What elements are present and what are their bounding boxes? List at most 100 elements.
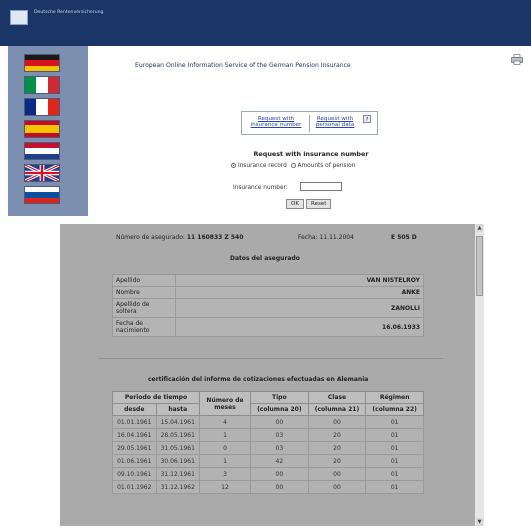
contributions-title: certificación del informe de cotizacione…	[148, 376, 369, 383]
scroll-down-icon[interactable]: ▼	[476, 518, 483, 526]
help-icon[interactable]: ?	[363, 115, 371, 123]
table-row: 01.01.1961 15.04.1961 4 00 00 01	[112, 415, 424, 429]
table-row: 16.04.1961 28.05.1961 1 03 20 01	[112, 428, 424, 442]
table-cell: 42	[250, 454, 309, 468]
amounts-of-pension-radio[interactable]	[290, 163, 296, 168]
table-cell: 03	[250, 428, 309, 442]
table-cell: 31.12.1961	[155, 467, 200, 481]
table-cell: 01.01.1962	[112, 480, 157, 494]
insurance-number-input[interactable]	[300, 182, 342, 191]
logo-text: Deutsche Rentenversicherung	[34, 10, 104, 15]
col-regimen: Régimen	[365, 391, 424, 404]
field-label: Apellido	[112, 274, 176, 287]
col-hasta: hasta	[155, 403, 200, 416]
table-cell: 20	[307, 454, 367, 468]
table-row: 01.01.1962 31.12.1962 12 00 00 01	[112, 480, 424, 494]
table-cell: 00	[307, 415, 367, 429]
table-cell: 28.05.1961	[155, 428, 200, 442]
insured-number-value: 11 160833 Z 540	[186, 234, 244, 241]
col-numero: Número de meses	[199, 391, 251, 416]
table-cell: 15.04.1961	[155, 415, 200, 429]
table-row: Nombre ANKE	[112, 286, 424, 299]
flag-uk-icon[interactable]	[24, 164, 60, 182]
reset-button[interactable]: Reset	[306, 199, 332, 209]
field-label: Apellido de soltera	[112, 298, 176, 318]
insured-data-title: Datos del asegurado	[230, 255, 300, 262]
table-cell: 01.06.1961	[112, 454, 157, 468]
field-value: ANKE	[175, 286, 424, 299]
printer-icon[interactable]	[511, 54, 523, 65]
field-value: VAN NISTELROY	[175, 274, 424, 287]
insurance-record-radio[interactable]	[231, 163, 236, 168]
flag-nl-icon[interactable]	[24, 142, 60, 160]
table-cell: 00	[307, 480, 367, 494]
table-cell: 31.05.1961	[155, 441, 200, 455]
insurance-record-label: Insurance record	[238, 163, 287, 169]
insured-number-line: Número de asegurado: 11 160833 Z 540	[116, 234, 243, 241]
table-header-row: Periodo de tiempo Número de meses Tipo C…	[112, 391, 424, 416]
table-cell: 09.10.1961	[112, 467, 157, 481]
flag-de-icon[interactable]	[24, 54, 60, 72]
table-cell: 4	[199, 415, 251, 429]
date-line: Fecha: 11.11.2004	[298, 234, 354, 241]
form-code: E 505 D	[391, 234, 417, 241]
scroll-up-icon[interactable]: ▲	[476, 224, 483, 232]
table-row: Apellido VAN NISTELROY	[112, 274, 424, 287]
col-desde: desde	[112, 403, 157, 416]
field-label: Nombre	[112, 286, 176, 299]
table-row: Apellido de soltera ZANOLLI	[112, 298, 424, 318]
language-sidebar	[8, 46, 88, 216]
table-cell: 01	[365, 415, 424, 429]
table-row: 01.06.1961 30.06.1961 1 42 20 01	[112, 454, 424, 468]
table-cell: 1	[199, 428, 251, 442]
document-scrollbar[interactable]: ▲ ▼	[475, 224, 484, 526]
field-value: 16.06.1933	[175, 317, 424, 337]
table-cell: 16.04.1961	[112, 428, 157, 442]
table-cell: 00	[250, 480, 309, 494]
col-periodo: Periodo de tiempo	[112, 391, 200, 404]
divider	[309, 115, 310, 132]
header-bar: Deutsche Rentenversicherung	[0, 0, 531, 46]
table-cell: 20	[307, 441, 367, 455]
table-cell: 01	[365, 480, 424, 494]
table-cell: 01	[365, 441, 424, 455]
table-row: Fecha de nacimiento 16.06.1933	[112, 317, 424, 337]
insurance-number-label: Insurance number:	[233, 185, 288, 191]
table-cell: 00	[250, 415, 309, 429]
scroll-thumb[interactable]	[476, 236, 483, 296]
col-numero-label: Número de meses	[206, 396, 244, 411]
table-row: 09.10.1961 31.12.1961 3 00 00 01	[112, 467, 424, 481]
request-with-personal-data-link[interactable]: Request with personal data	[312, 116, 358, 129]
table-cell: 30.06.1961	[155, 454, 200, 468]
flag-fr-icon[interactable]	[24, 98, 60, 116]
flag-it-icon[interactable]	[24, 76, 60, 94]
table-cell: 1	[199, 454, 251, 468]
table-cell: 3	[199, 467, 251, 481]
ok-button[interactable]: OK	[286, 199, 304, 209]
field-label: Fecha de nacimiento	[112, 317, 176, 337]
page-title: European Online Information Service of t…	[135, 62, 351, 69]
amounts-of-pension-label: Amounts of pension	[297, 163, 356, 169]
col-tipo-sub: (columna 20)	[250, 403, 309, 416]
table-cell: 01.01.1961	[112, 415, 157, 429]
table-cell: 01	[365, 454, 424, 468]
col-tipo: Tipo	[250, 391, 309, 404]
form-title: Request with insurance number	[253, 150, 369, 158]
table-row: 29.05.1961 31.05.1961 0 03 20 01	[112, 441, 424, 455]
table-cell: 12	[199, 480, 251, 494]
contributions-body: 01.01.1961 15.04.1961 4 00 00 01 16.04.1961 28.…	[112, 415, 424, 494]
document-preview: Número de asegurado: 11 160833 Z 540 Fec…	[60, 224, 484, 526]
divider	[98, 358, 443, 359]
table-cell: 03	[250, 441, 309, 455]
flag-es-icon[interactable]	[24, 120, 60, 138]
request-with-insurance-number-link[interactable]: Request with insurance number	[245, 116, 307, 129]
table-cell: 29.05.1961	[112, 441, 157, 455]
date-label: Fecha:	[298, 234, 318, 241]
table-cell: 20	[307, 428, 367, 442]
request-options: Request with insurance number Request wi…	[241, 111, 378, 135]
document-page: Número de asegurado: 11 160833 Z 540 Fec…	[60, 224, 475, 526]
flag-si-icon[interactable]	[24, 186, 60, 204]
table-cell: 00	[307, 467, 367, 481]
insured-data-table: Apellido VAN NISTELROY Nombre ANKE Apellid…	[112, 274, 424, 337]
request-type-radios: Insurance record Amounts of pension	[231, 163, 355, 169]
